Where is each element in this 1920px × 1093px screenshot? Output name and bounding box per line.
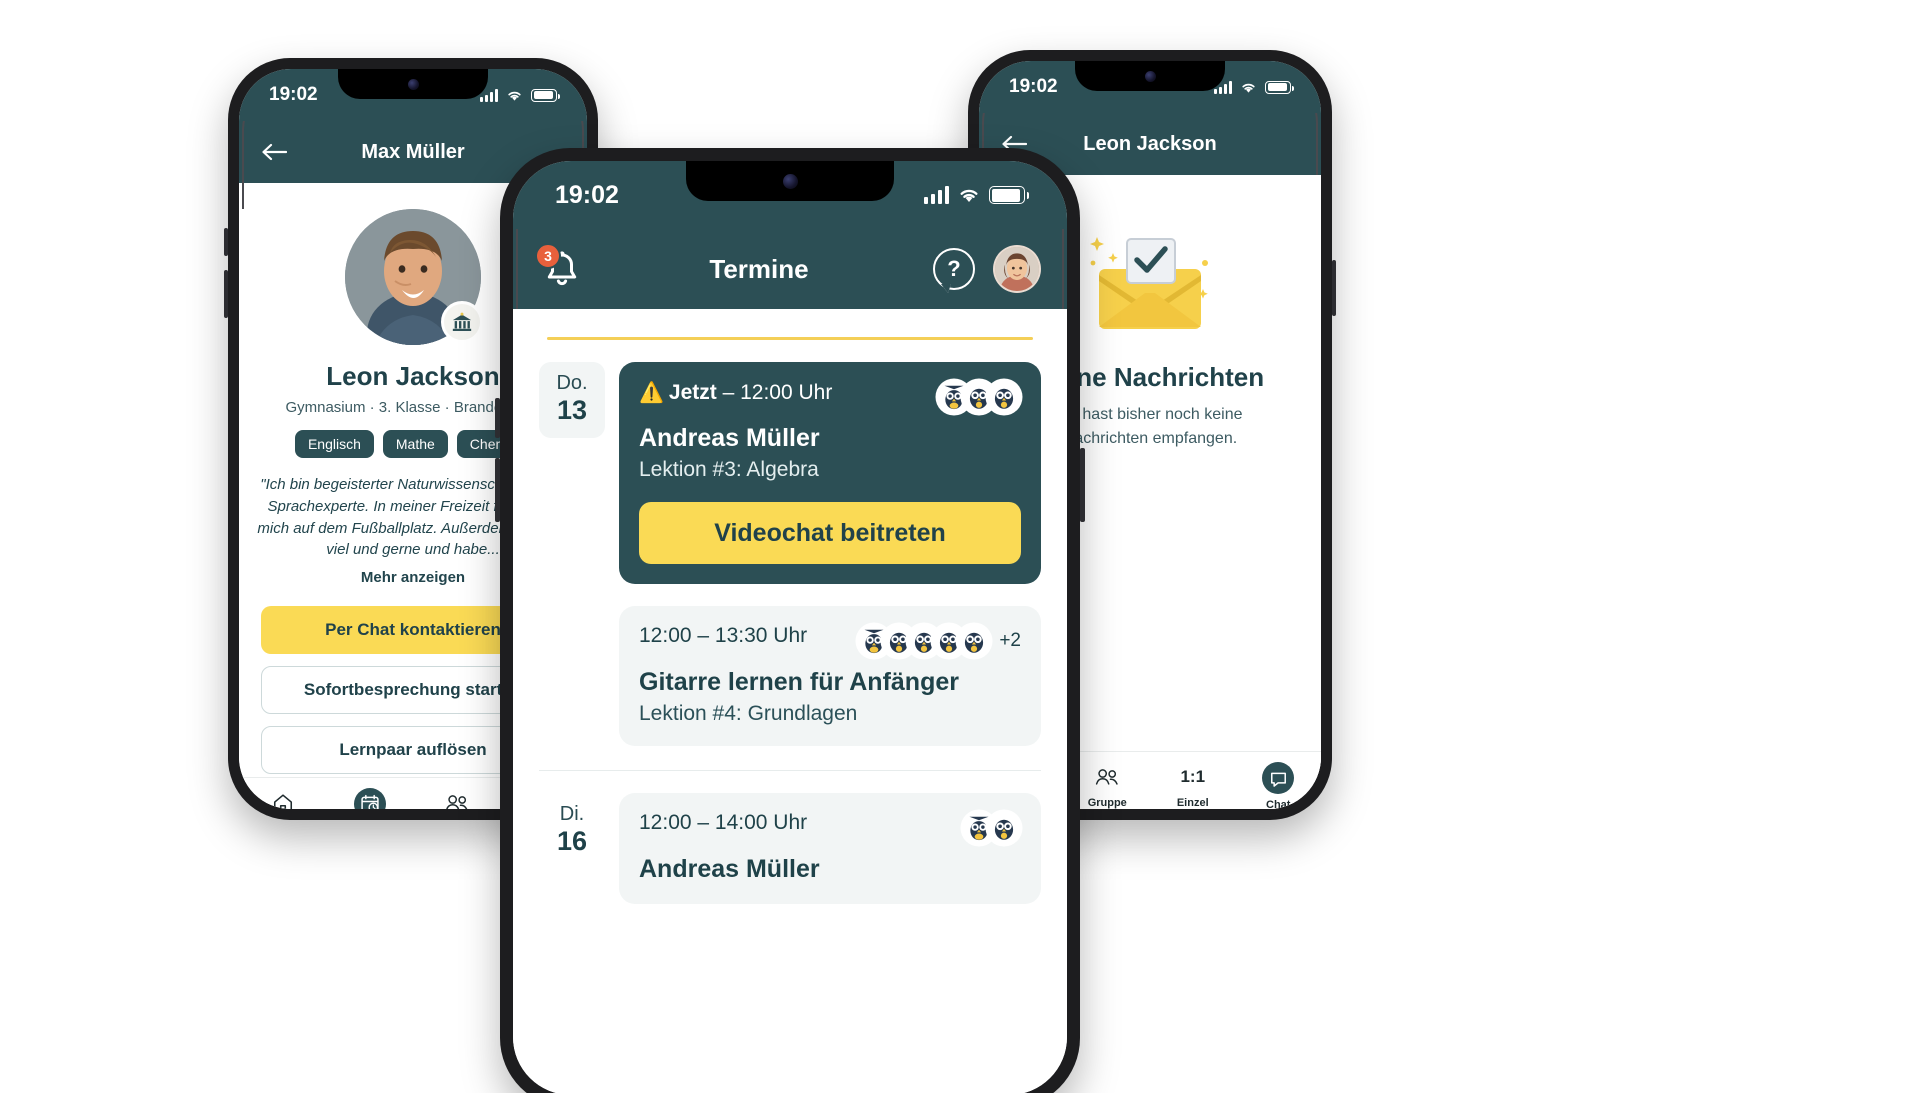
appointment-title: Andreas Müller [639, 424, 820, 452]
tab-start[interactable]: Start [239, 788, 326, 809]
participant-avatars[interactable] [962, 811, 1021, 845]
appointment-date-box: Do. 13 [539, 362, 605, 438]
appointments-list[interactable]: Do. 13 ⚠️ Jetzt – 12:00 Uhr Andreas Müll… [513, 309, 1067, 1093]
tab-label: Chat [1266, 799, 1291, 809]
one-to-one-badge: 1:1 [1180, 767, 1206, 786]
page-title: Max Müller [361, 140, 465, 163]
subject-tag[interactable]: Mathe [382, 430, 448, 458]
power-button[interactable] [1080, 448, 1085, 522]
appointment-card[interactable]: 12:00 – 13:30 Uhr +2 Gitarre lernen für … [619, 606, 1041, 746]
status-icons [1214, 80, 1294, 94]
calendar-clock-icon [353, 788, 386, 809]
chat-bubble-icon [1262, 762, 1295, 794]
notch-right [1075, 61, 1225, 91]
status-icons [924, 186, 1029, 204]
tab-gruppe[interactable]: Gruppe [413, 788, 500, 809]
status-icons [480, 88, 560, 102]
help-question-icon[interactable]: ? [933, 248, 975, 290]
tab-label: Gruppe [1087, 797, 1127, 809]
wifi-icon [508, 91, 521, 101]
back-arrow-icon[interactable] [261, 143, 287, 161]
warning-triangle-icon: ⚠️ [639, 382, 664, 404]
appointment-date-box: Di. 16 [539, 793, 605, 869]
wifi-icon [960, 189, 978, 203]
header-actions: ? [933, 245, 1041, 293]
appointment-time: ⚠️ Jetzt – 12:00 Uhr [639, 380, 832, 405]
phone-center-appointments: 19:02 3 Termine ? Do. 13 ⚠️ Jetzt – 12:0… [495, 148, 1085, 1093]
appointment-title: Andreas Müller [639, 855, 820, 883]
owl-avatar [957, 624, 992, 658]
status-bar-center: 19:02 [513, 161, 1067, 229]
page-title: Leon Jackson [1083, 132, 1217, 155]
tab-label: Einzel [1176, 797, 1209, 809]
volume-down-button[interactable] [495, 458, 500, 522]
appointment-title: Gitarre lernen für Anfänger [639, 668, 959, 696]
app-bar-center: 3 Termine ? [513, 229, 1067, 309]
group-icon [442, 788, 472, 809]
volume-down-button[interactable] [224, 270, 228, 318]
appointment-weekday: Di. [559, 803, 585, 825]
participant-avatars[interactable] [937, 380, 1021, 414]
cellular-signal-icon [924, 186, 949, 204]
notifications-button[interactable]: 3 [535, 243, 585, 292]
notch-center [686, 161, 894, 201]
appointment-date-box-empty [539, 606, 605, 682]
tab-chat[interactable]: Chat [1236, 762, 1322, 809]
home-icon [268, 788, 298, 809]
battery-icon [531, 88, 560, 102]
appointment-time-range: – 12:00 Uhr [716, 381, 833, 404]
profile-avatar-wrap [345, 209, 483, 345]
appointment-row[interactable]: Di. 16 12:00 – 14:00 Uhr Andreas Müller [513, 771, 1067, 904]
appointment-row[interactable]: 12:00 – 13:30 Uhr +2 Gitarre lernen für … [513, 584, 1067, 746]
front-camera-icon [407, 78, 419, 90]
wifi-icon [1242, 83, 1255, 93]
appointment-time: 12:00 – 14:00 Uhr [639, 811, 808, 834]
appointment-card-header: 12:00 – 14:00 Uhr [639, 811, 1021, 845]
appointment-subtitle: Lektion #4: Grundlagen [639, 702, 858, 725]
appointment-daynumber: 16 [556, 826, 588, 856]
front-camera-icon [1144, 70, 1156, 82]
participant-avatars[interactable]: +2 [857, 624, 1021, 658]
school-badge-icon [441, 301, 483, 343]
subject-tag[interactable]: Englisch [294, 430, 374, 458]
appointment-card-header: 12:00 – 13:30 Uhr +2 [639, 624, 1021, 658]
front-camera-icon [782, 173, 798, 189]
page-title: Termine [709, 253, 809, 284]
volume-up-button[interactable] [495, 398, 500, 438]
status-bar-right: 19:02 [979, 61, 1321, 113]
user-avatar[interactable] [993, 245, 1041, 293]
appointment-row[interactable]: Do. 13 ⚠️ Jetzt – 12:00 Uhr Andreas Müll… [513, 340, 1067, 584]
extra-participants-count: +2 [999, 630, 1021, 651]
volume-up-button[interactable] [224, 228, 228, 256]
appointment-card[interactable]: 12:00 – 14:00 Uhr Andreas Müller [619, 793, 1041, 904]
tab-einzel[interactable]: 1:1 Einzel [1150, 762, 1236, 809]
owl-avatar [987, 380, 1021, 414]
group-icon [1092, 762, 1122, 792]
appointment-subtitle: Lektion #3: Algebra [639, 458, 819, 481]
battery-icon [989, 186, 1029, 204]
notification-count-badge: 3 [535, 243, 561, 269]
status-time: 19:02 [1009, 76, 1058, 97]
appointment-card-active[interactable]: ⚠️ Jetzt – 12:00 Uhr Andreas Müller Lekt… [619, 362, 1041, 584]
phone-center-screen: 19:02 3 Termine ? Do. 13 ⚠️ Jetzt – 12:0… [513, 161, 1067, 1093]
join-videochat-button[interactable]: Videochat beitreten [639, 502, 1021, 564]
status-time: 19:02 [555, 180, 619, 209]
one-to-one-icon: 1:1 [1178, 762, 1208, 792]
appointment-card-header: ⚠️ Jetzt – 12:00 Uhr [639, 380, 1021, 414]
envelope-check-icon [1090, 237, 1208, 329]
status-time: 19:02 [269, 84, 318, 105]
appointment-weekday: Do. [556, 372, 588, 394]
owl-avatar [987, 811, 1021, 845]
tab-termine[interactable]: Termine [326, 788, 413, 809]
status-bar-left: 19:02 [239, 69, 587, 121]
appointment-time: 12:00 – 13:30 Uhr [639, 624, 808, 647]
notch-left [338, 69, 488, 99]
power-button[interactable] [1332, 260, 1336, 316]
screenshot-canvas: 19:02 Max Müller Leon Jackson Gymnasium … [0, 0, 1920, 1093]
appointment-time-now: Jetzt [668, 381, 717, 404]
appointment-daynumber: 13 [556, 395, 588, 425]
battery-icon [1265, 80, 1294, 94]
